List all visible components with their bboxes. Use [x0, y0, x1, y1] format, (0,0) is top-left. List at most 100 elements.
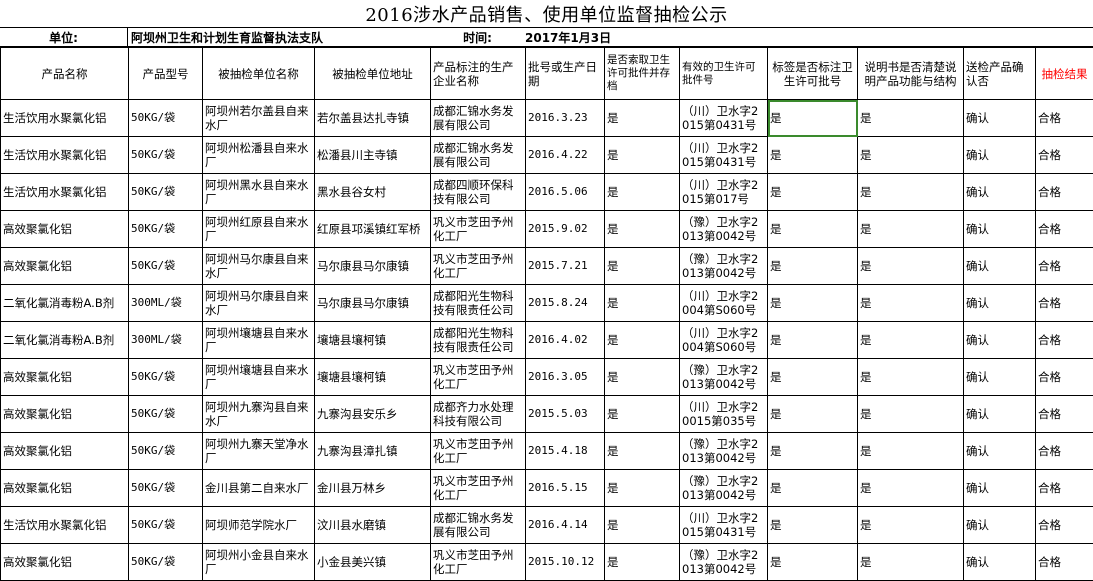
header-cell[interactable]: 送检产品确认否: [964, 48, 1036, 100]
cell-product-model[interactable]: 50KG/袋: [129, 100, 203, 137]
cell-product-name[interactable]: 高效聚氯化铝: [1, 211, 129, 248]
cell-permit-number[interactable]: （川）卫水字2015第0431号: [680, 100, 768, 137]
cell-manufacturer[interactable]: 成都汇锦水务发展有限公司: [431, 137, 526, 174]
header-cell[interactable]: 标签是否标注卫生许可批号: [768, 48, 858, 100]
cell-product-name[interactable]: 生活饮用水聚氯化铝: [1, 507, 129, 544]
cell-product-model[interactable]: 50KG/袋: [129, 211, 203, 248]
cell-inspected-unit-name[interactable]: 阿坝州壤塘县自来水厂: [203, 359, 315, 396]
cell-permit-archived[interactable]: 是: [605, 396, 680, 433]
cell-manual-clear[interactable]: 是: [858, 544, 964, 581]
cell-sample-confirmed[interactable]: 确认: [964, 322, 1036, 359]
cell-permit-archived[interactable]: 是: [605, 211, 680, 248]
cell-product-name[interactable]: 高效聚氯化铝: [1, 544, 129, 581]
cell-permit-archived[interactable]: 是: [605, 248, 680, 285]
cell-label-has-permit[interactable]: 是: [768, 211, 858, 248]
cell-inspected-unit-address[interactable]: 九寨沟县安乐乡: [315, 396, 431, 433]
cell-result[interactable]: 合格: [1036, 359, 1093, 396]
cell-batch-date[interactable]: 2016.5.06: [526, 174, 605, 211]
cell-inspected-unit-name[interactable]: 阿坝州黑水县自来水厂: [203, 174, 315, 211]
cell-batch-date[interactable]: 2015.7.21: [526, 248, 605, 285]
cell-product-model[interactable]: 50KG/袋: [129, 137, 203, 174]
cell-label-has-permit[interactable]: 是: [768, 507, 858, 544]
cell-inspected-unit-address[interactable]: 红原县邛溪镇红军桥: [315, 211, 431, 248]
cell-permit-number[interactable]: （川）卫水字2015第0431号: [680, 507, 768, 544]
cell-batch-date[interactable]: 2015.5.03: [526, 396, 605, 433]
cell-permit-archived[interactable]: 是: [605, 507, 680, 544]
cell-sample-confirmed[interactable]: 确认: [964, 507, 1036, 544]
cell-permit-number[interactable]: （豫）卫水字2013第0042号: [680, 544, 768, 581]
cell-manual-clear[interactable]: 是: [858, 433, 964, 470]
cell-manufacturer[interactable]: 成都阳光生物科技有限责任公司: [431, 322, 526, 359]
cell-permit-number[interactable]: （川）卫水字2004第S060号: [680, 285, 768, 322]
cell-result[interactable]: 合格: [1036, 100, 1093, 137]
cell-permit-archived[interactable]: 是: [605, 322, 680, 359]
cell-product-name[interactable]: 生活饮用水聚氯化铝: [1, 137, 129, 174]
cell-batch-date[interactable]: 2016.4.14: [526, 507, 605, 544]
cell-manufacturer[interactable]: 成都汇锦水务发展有限公司: [431, 507, 526, 544]
cell-inspected-unit-address[interactable]: 汶川县水磨镇: [315, 507, 431, 544]
cell-product-name[interactable]: 二氧化氯消毒粉A.B剂: [1, 322, 129, 359]
cell-permit-archived[interactable]: 是: [605, 544, 680, 581]
header-cell[interactable]: 产品名称: [1, 48, 129, 100]
header-cell[interactable]: 是否索取卫生许可批件并存档: [605, 48, 680, 100]
cell-batch-date[interactable]: 2015.10.12: [526, 544, 605, 581]
cell-result[interactable]: 合格: [1036, 470, 1093, 507]
cell-manual-clear[interactable]: 是: [858, 174, 964, 211]
cell-result[interactable]: 合格: [1036, 433, 1093, 470]
cell-product-model[interactable]: 300ML/袋: [129, 322, 203, 359]
cell-result[interactable]: 合格: [1036, 285, 1093, 322]
cell-permit-archived[interactable]: 是: [605, 359, 680, 396]
cell-manual-clear[interactable]: 是: [858, 248, 964, 285]
cell-permit-number[interactable]: （川）卫水字20015第035号: [680, 396, 768, 433]
cell-manufacturer[interactable]: 巩义市芝田予州化工厂: [431, 359, 526, 396]
cell-permit-archived[interactable]: 是: [605, 100, 680, 137]
cell-product-name[interactable]: 高效聚氯化铝: [1, 396, 129, 433]
cell-product-model[interactable]: 50KG/袋: [129, 248, 203, 285]
cell-inspected-unit-address[interactable]: 九寨沟县漳扎镇: [315, 433, 431, 470]
cell-inspected-unit-address[interactable]: 小金县美兴镇: [315, 544, 431, 581]
cell-product-name[interactable]: 高效聚氯化铝: [1, 470, 129, 507]
cell-inspected-unit-name[interactable]: 阿坝州九寨沟县自来水厂: [203, 396, 315, 433]
cell-manual-clear[interactable]: 是: [858, 396, 964, 433]
cell-product-name[interactable]: 二氧化氯消毒粉A.B剂: [1, 285, 129, 322]
cell-label-has-permit[interactable]: 是: [768, 396, 858, 433]
cell-label-has-permit[interactable]: 是: [768, 137, 858, 174]
cell-sample-confirmed[interactable]: 确认: [964, 137, 1036, 174]
cell-inspected-unit-name[interactable]: 阿坝州九寨天堂净水厂: [203, 433, 315, 470]
cell-inspected-unit-name[interactable]: 阿坝州若尔盖县自来水厂: [203, 100, 315, 137]
cell-sample-confirmed[interactable]: 确认: [964, 470, 1036, 507]
header-cell[interactable]: 有效的卫生许可批件号: [680, 48, 768, 100]
cell-manual-clear[interactable]: 是: [858, 211, 964, 248]
cell-result[interactable]: 合格: [1036, 137, 1093, 174]
cell-inspected-unit-name[interactable]: 阿坝州马尔康县自来水厂: [203, 248, 315, 285]
cell-manual-clear[interactable]: 是: [858, 470, 964, 507]
header-cell[interactable]: 产品标注的生产企业名称: [431, 48, 526, 100]
cell-permit-number[interactable]: （川）卫水字2015第0431号: [680, 137, 768, 174]
cell-result[interactable]: 合格: [1036, 322, 1093, 359]
cell-manufacturer[interactable]: 巩义市芝田予州化工厂: [431, 470, 526, 507]
cell-inspected-unit-name[interactable]: 阿坝州小金县自来水厂: [203, 544, 315, 581]
cell-label-has-permit[interactable]: 是: [768, 248, 858, 285]
cell-sample-confirmed[interactable]: 确认: [964, 396, 1036, 433]
cell-manufacturer[interactable]: 成都阳光生物科技有限责任公司: [431, 285, 526, 322]
cell-manual-clear[interactable]: 是: [858, 285, 964, 322]
cell-manual-clear[interactable]: 是: [858, 100, 964, 137]
cell-result[interactable]: 合格: [1036, 174, 1093, 211]
cell-product-model[interactable]: 50KG/袋: [129, 396, 203, 433]
cell-permit-archived[interactable]: 是: [605, 174, 680, 211]
cell-permit-number[interactable]: （川）卫水字2004第S060号: [680, 322, 768, 359]
cell-permit-archived[interactable]: 是: [605, 470, 680, 507]
cell-inspected-unit-address[interactable]: 壤塘县壤柯镇: [315, 359, 431, 396]
cell-permit-archived[interactable]: 是: [605, 433, 680, 470]
cell-permit-number[interactable]: （豫）卫水字2013第0042号: [680, 433, 768, 470]
cell-manufacturer[interactable]: 巩义市芝田予州化工厂: [431, 248, 526, 285]
cell-label-has-permit[interactable]: 是: [768, 174, 858, 211]
cell-sample-confirmed[interactable]: 确认: [964, 285, 1036, 322]
cell-permit-archived[interactable]: 是: [605, 285, 680, 322]
header-cell[interactable]: 被抽检单位地址: [315, 48, 431, 100]
cell-result[interactable]: 合格: [1036, 248, 1093, 285]
cell-inspected-unit-name[interactable]: 阿坝州马尔康县自来水厂: [203, 285, 315, 322]
cell-label-has-permit[interactable]: 是: [768, 433, 858, 470]
cell-label-has-permit[interactable]: 是: [768, 100, 858, 137]
cell-permit-number[interactable]: （豫）卫水字2013第0042号: [680, 211, 768, 248]
